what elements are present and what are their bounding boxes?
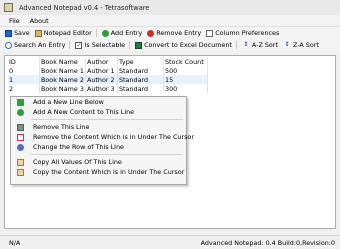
menu-item-change-row[interactable]: Change the Row of This Line — [11, 142, 186, 152]
menu-separator — [31, 154, 183, 155]
search-icon — [5, 41, 12, 49]
add-entry-label: Add Entry — [110, 29, 143, 37]
add-icon — [101, 29, 109, 37]
sort-az-button[interactable]: ↕ A-Z Sort — [242, 41, 278, 49]
menu-item-label: Remove the Content Which is in Under The… — [33, 133, 194, 141]
table-cell[interactable]: Author 1 — [85, 66, 118, 75]
sort-za-icon: ↕ — [284, 41, 290, 48]
column-preferences-button[interactable]: Column Preferences — [206, 29, 279, 37]
columns-icon — [206, 29, 214, 37]
trash-icon — [17, 123, 24, 131]
checkbox-icon: ✓ — [75, 41, 83, 49]
row-context-menu: Add a New Line Below Add A New Content t… — [10, 96, 194, 185]
notepad-editor-button[interactable]: Notepad Editor — [34, 29, 92, 37]
title-bar: Advanced Notepad v0.4 - Tetrasoftware — [0, 0, 340, 15]
is-selectable-toggle[interactable]: ✓ Is Selectable — [75, 41, 125, 49]
table-cell[interactable]: 300 — [163, 84, 208, 93]
sort-az-icon: ↕ — [243, 41, 249, 48]
menu-item-add-content[interactable]: Add A New Content to This Line — [11, 107, 186, 117]
change-row-icon — [17, 143, 24, 151]
search-entry-button[interactable]: Search An Entry — [5, 41, 65, 49]
table-header-row: ID Book Name Author Type Stock Count — [8, 57, 208, 66]
table-cell[interactable]: 1 — [8, 75, 40, 84]
menu-item-copy-all-values[interactable]: Copy All Values Of This Line — [11, 157, 186, 167]
search-entry-label: Search An Entry — [14, 41, 66, 49]
menu-item-label: Change the Row of This Line — [33, 143, 124, 151]
table-cell[interactable]: 0 — [8, 66, 40, 75]
sort-za-button[interactable]: ↕ Z-A Sort — [283, 41, 319, 49]
convert-excel-label: Convert to Excel Document — [144, 41, 232, 49]
add-plus-icon — [17, 108, 24, 116]
status-left-text: N/A — [9, 238, 21, 247]
add-entry-button[interactable]: Add Entry — [101, 29, 143, 37]
copy-content-icon — [17, 168, 24, 176]
save-button[interactable]: Save — [5, 29, 30, 37]
menu-about[interactable]: About — [30, 17, 49, 25]
menu-item-add-line-below[interactable]: Add a New Line Below — [11, 97, 186, 107]
menu-file[interactable]: File — [9, 17, 20, 25]
toolbar-row-2: Search An Entry ✓ Is Selectable Convert … — [0, 39, 340, 51]
table-cell[interactable]: Standard — [117, 75, 164, 84]
table-cell[interactable]: Standard — [117, 66, 164, 75]
column-header-stock-count[interactable]: Stock Count — [163, 57, 208, 66]
table-row-selected[interactable]: 1 Book Name 2 Author 2 Standard 15 — [8, 75, 208, 84]
entries-table: ID Book Name Author Type Stock Count 0 B… — [8, 57, 208, 93]
remove-icon — [147, 29, 155, 37]
window-title: Advanced Notepad v0.4 - Tetrasoftware — [19, 3, 150, 12]
sort-az-label: A-Z Sort — [251, 41, 278, 49]
menu-bar: File About — [0, 15, 340, 27]
table-cell[interactable]: Author 2 — [85, 75, 118, 84]
menu-separator — [31, 119, 183, 120]
table-cell[interactable]: 15 — [163, 75, 208, 84]
column-header-id[interactable]: ID — [8, 57, 40, 66]
copy-icon — [17, 158, 24, 166]
table-row[interactable]: 0 Book Name 1 Author 1 Standard 500 — [8, 66, 208, 75]
menu-item-remove-content-under-cursor[interactable]: Remove the Content Which is in Under The… — [11, 132, 194, 142]
download-arrow-icon — [17, 98, 24, 106]
remove-content-icon — [17, 133, 24, 141]
column-header-book-name[interactable]: Book Name — [39, 57, 86, 66]
save-label: Save — [14, 29, 30, 37]
toolbar-separator — [95, 29, 97, 37]
menu-item-label: Add a New Line Below — [33, 98, 104, 106]
menu-item-label: Remove This Line — [33, 123, 90, 131]
toolbar-separator — [69, 41, 71, 49]
column-header-author[interactable]: Author — [85, 57, 118, 66]
table-row[interactable]: 2 Book Name 3 Author 3 Standard 300 — [8, 84, 208, 93]
column-preferences-label: Column Preferences — [215, 29, 280, 37]
app-window: Advanced Notepad v0.4 - Tetrasoftware Fi… — [0, 0, 340, 249]
menu-item-remove-line[interactable]: Remove This Line — [11, 122, 186, 132]
status-bar: N/A Advanced Notepad: 0.4 Build:0,Revisi… — [0, 235, 340, 249]
remove-entry-label: Remove Entry — [156, 29, 202, 37]
toolbar-row-1: Save Notepad Editor Add Entry Remove Ent… — [0, 27, 340, 39]
table-cell[interactable]: Book Name 3 — [39, 84, 86, 93]
app-icon — [4, 3, 13, 12]
menu-item-copy-content-under-cursor[interactable]: Copy the Content Which is in Under The C… — [11, 167, 186, 177]
toolbar-separator — [235, 41, 237, 49]
notepad-icon — [34, 29, 42, 37]
is-selectable-label: Is Selectable — [84, 41, 126, 49]
table-cell[interactable]: Standard — [117, 84, 164, 93]
table-cell[interactable]: Book Name 2 — [39, 75, 86, 84]
convert-excel-button[interactable]: Convert to Excel Document — [135, 41, 232, 49]
table-cell[interactable]: 2 — [8, 84, 40, 93]
table-cell[interactable]: Author 3 — [85, 84, 118, 93]
remove-entry-button[interactable]: Remove Entry — [147, 29, 201, 37]
status-version-text: Advanced Notepad: 0.4 Build:0,Revision:0 — [200, 238, 335, 247]
toolbar-separator — [129, 41, 131, 49]
excel-icon — [135, 41, 143, 49]
table-cell[interactable]: Book Name 1 — [39, 66, 86, 75]
sort-za-label: Z-A Sort — [292, 41, 319, 49]
menu-item-label: Copy All Values Of This Line — [33, 158, 122, 166]
table-cell[interactable]: 500 — [163, 66, 208, 75]
menu-item-label: Add A New Content to This Line — [33, 108, 135, 116]
save-icon — [5, 29, 12, 37]
menu-item-label: Copy the Content Which is in Under The C… — [33, 168, 185, 176]
column-header-type[interactable]: Type — [117, 57, 164, 66]
notepad-editor-label: Notepad Editor — [43, 29, 92, 37]
